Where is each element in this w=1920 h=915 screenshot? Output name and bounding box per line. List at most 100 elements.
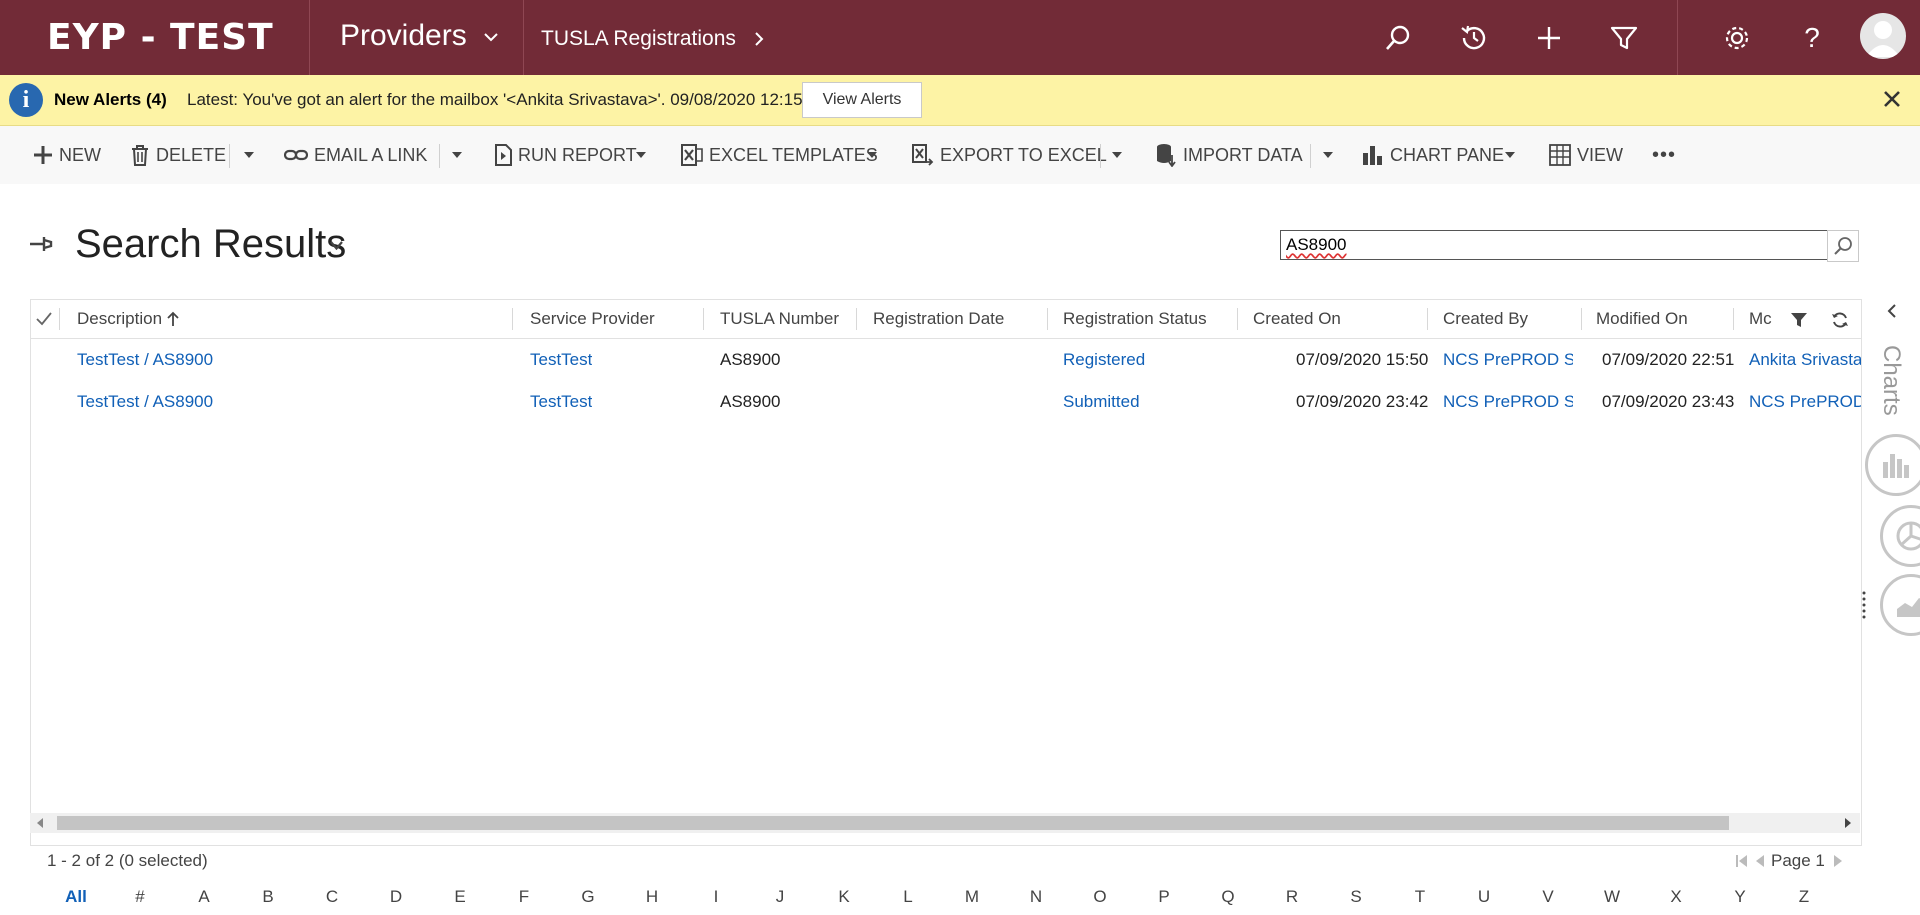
cell-created-by[interactable]: NCS PrePROD S... [1443,392,1573,412]
cell-service-provider[interactable]: TestTest [530,350,592,370]
alphabet-filter-item[interactable]: F [509,887,539,907]
cell-registration-status[interactable]: Submitted [1063,392,1140,412]
cell-modified-by[interactable]: Ankita Srivastav [1749,350,1861,370]
select-all-checkbox[interactable] [36,300,52,338]
column-header-service-provider[interactable]: Service Provider [530,300,655,338]
alphabet-filter-item[interactable]: I [701,887,731,907]
column-header-created-by[interactable]: Created By [1443,300,1528,338]
search-input[interactable] [1280,230,1827,260]
chart-pane-button[interactable]: CHART PANE [1362,144,1504,166]
alphabet-filter-item[interactable]: Y [1725,887,1755,907]
cell-service-provider[interactable]: TestTest [530,392,592,412]
next-page-icon[interactable] [1833,854,1843,868]
alphabet-filter-item[interactable]: K [829,887,859,907]
chevron-down-icon[interactable] [330,241,343,250]
alphabet-filter-item[interactable]: # [125,887,155,907]
alphabet-filter-item[interactable]: G [573,887,603,907]
scroll-right-icon[interactable] [1844,818,1852,828]
column-header-tusla-number[interactable]: TUSLA Number [720,300,839,338]
chevron-left-icon[interactable] [1887,304,1897,318]
alphabet-filter-item[interactable]: V [1533,887,1563,907]
column-header-modified-on[interactable]: Modified On [1596,300,1688,338]
scrollbar-thumb[interactable] [57,816,1729,830]
alphabet-filter-item[interactable]: D [381,887,411,907]
column-header-created-on[interactable]: Created On [1253,300,1341,338]
filter-icon[interactable] [1608,22,1640,54]
search-input-value[interactable]: AS8900 [1286,235,1347,255]
filter-icon[interactable] [1790,311,1808,329]
first-page-icon[interactable] [1735,854,1749,868]
excel-templates-button[interactable]: EXCEL TEMPLATES [681,144,878,166]
new-button[interactable]: NEW [33,144,101,166]
chevron-down-icon[interactable] [866,151,878,159]
column-header-modified-by[interactable]: Mc [1749,300,1772,338]
page-title[interactable]: Search Results [75,222,346,267]
settings-icon[interactable] [1721,22,1753,54]
alphabet-filter-item[interactable]: T [1405,887,1435,907]
alphabet-filter-item[interactable]: X [1661,887,1691,907]
column-header-description[interactable]: Description [77,300,162,338]
more-commands-button[interactable]: ••• [1652,144,1676,166]
sort-ascending-icon[interactable] [166,311,180,327]
previous-page-icon[interactable] [1755,854,1765,868]
view-alerts-button[interactable]: View Alerts [802,82,922,118]
alphabet-filter-item[interactable]: Q [1213,887,1243,907]
help-icon[interactable]: ? [1796,22,1828,54]
import-data-button[interactable]: IMPORT DATA [1155,144,1303,167]
alphabet-filter-item[interactable]: A [189,887,219,907]
chevron-down-icon[interactable] [635,151,647,159]
cell-registration-status[interactable]: Registered [1063,350,1145,370]
charts-panel-label[interactable]: Charts [1877,345,1905,416]
alphabet-filter-item[interactable]: L [893,887,923,907]
refresh-icon[interactable] [1831,311,1849,329]
alphabet-filter-item[interactable]: J [765,887,795,907]
history-icon[interactable] [1458,22,1490,54]
alphabet-filter-item[interactable]: W [1597,887,1627,907]
email-link-button[interactable]: EMAIL A LINK [284,144,427,166]
resize-handle[interactable] [1862,590,1866,620]
alphabet-filter-item[interactable]: P [1149,887,1179,907]
alphabet-filter-item[interactable]: N [1021,887,1051,907]
alphabet-filter-item[interactable]: H [637,887,667,907]
chevron-down-icon[interactable] [1111,151,1123,159]
horizontal-scrollbar[interactable] [30,813,1860,833]
cell-description[interactable]: TestTest / AS8900 [77,350,213,370]
bar-chart-icon[interactable] [1865,434,1920,496]
delete-button[interactable]: DELETE [130,144,226,166]
alphabet-filter-item[interactable]: C [317,887,347,907]
search-icon[interactable] [1382,22,1414,54]
table-row[interactable]: TestTest / AS8900 TestTest AS8900 Regist… [31,340,1861,380]
entity-breadcrumb[interactable]: TUSLA Registrations [541,27,736,51]
alphabet-filter-item[interactable]: Z [1789,887,1819,907]
avatar[interactable] [1860,13,1906,59]
alphabet-filter-item[interactable]: E [445,887,475,907]
table-row[interactable]: TestTest / AS8900 TestTest AS8900 Submit… [31,382,1861,422]
column-header-registration-status[interactable]: Registration Status [1063,300,1207,338]
alphabet-filter-item[interactable]: M [957,887,987,907]
column-header-registration-date[interactable]: Registration Date [873,300,1004,338]
export-excel-button[interactable]: EXPORT TO EXCEL [912,144,1107,166]
chevron-down-icon[interactable] [1322,151,1334,159]
pin-icon[interactable] [28,233,54,255]
alphabet-filter-item[interactable]: All [61,887,91,907]
alphabet-filter-item[interactable]: O [1085,887,1115,907]
chevron-down-icon[interactable] [1504,151,1516,159]
chevron-right-icon[interactable] [753,31,765,47]
chevron-down-icon[interactable] [483,31,499,43]
scroll-left-icon[interactable] [36,818,44,828]
alphabet-filter-item[interactable]: B [253,887,283,907]
alphabet-filter-item[interactable]: U [1469,887,1499,907]
close-icon[interactable] [1882,89,1902,109]
plus-icon[interactable] [1533,22,1565,54]
chevron-down-icon[interactable] [243,151,255,159]
alphabet-filter-item[interactable]: R [1277,887,1307,907]
cell-description[interactable]: TestTest / AS8900 [77,392,213,412]
run-report-button[interactable]: RUN REPORT [494,144,637,166]
search-button[interactable] [1827,230,1859,262]
view-button[interactable]: VIEW [1549,144,1623,166]
alphabet-filter-item[interactable]: S [1341,887,1371,907]
cell-created-by[interactable]: NCS PrePROD S... [1443,350,1573,370]
area-selector[interactable]: Providers [340,19,467,53]
app-brand[interactable]: EYP - TEST [47,17,274,58]
chevron-down-icon[interactable] [451,151,463,159]
